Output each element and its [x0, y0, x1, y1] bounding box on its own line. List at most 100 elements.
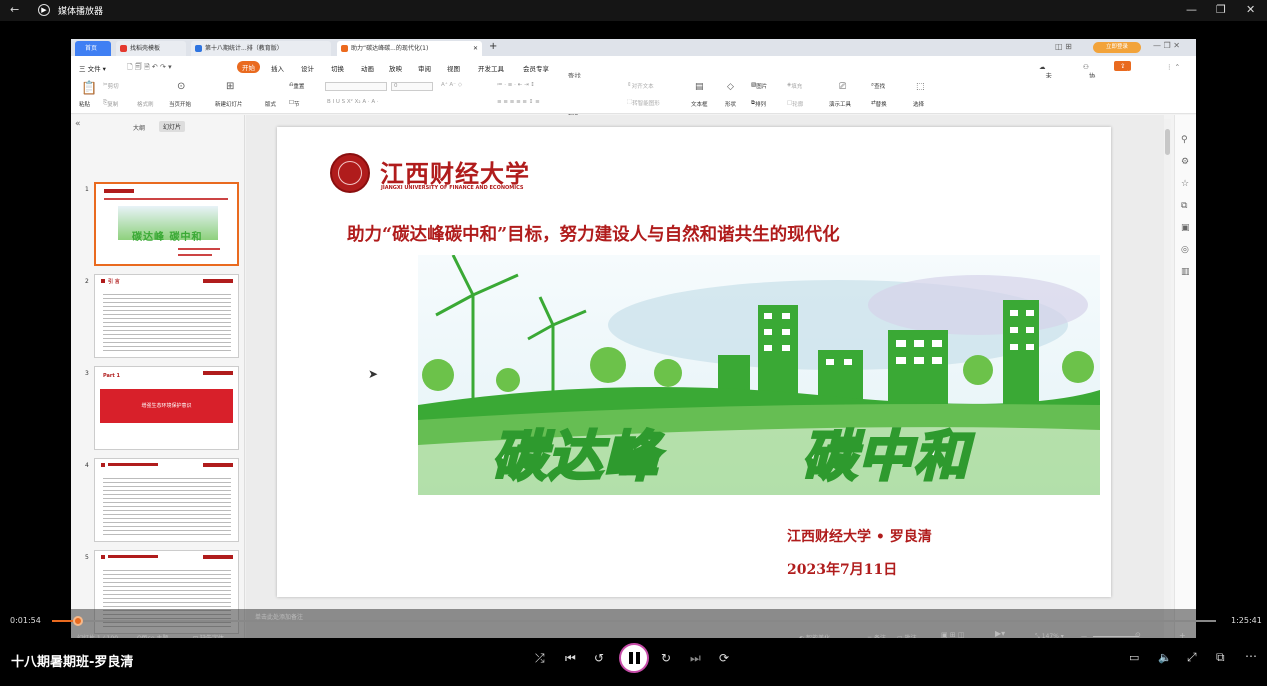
image-icon[interactable]: ▣ — [1181, 223, 1190, 233]
quick-access-icons[interactable]: 🗋 🗐 🗎 ↶ ↷ ▾ — [127, 63, 172, 74]
paste-icon[interactable]: 📋 — [81, 81, 97, 96]
subtitles-icon[interactable]: ▭ — [1129, 651, 1139, 664]
present-tools-icon[interactable]: ⎚ — [839, 82, 846, 92]
close-icon[interactable]: ✕ — [1246, 3, 1255, 16]
list-icons[interactable]: ≔ · ≡ · ⇤ ⇥ ↕ — [497, 82, 535, 88]
shape-button[interactable]: 形状 — [725, 100, 736, 108]
font-size-select[interactable]: 0 — [391, 82, 433, 91]
volume-icon[interactable]: 🔈 — [1158, 651, 1172, 664]
tab-slides[interactable]: 幻灯片 — [159, 121, 186, 132]
zoom-slider[interactable] — [1093, 636, 1139, 637]
picture-button[interactable]: ▧ 图片 — [751, 82, 767, 90]
rewind-10-icon[interactable]: ↺ — [594, 651, 604, 665]
collab-button[interactable]: ⚇ 协作 — [1083, 63, 1095, 90]
font-grow-shrink-icon[interactable]: A⁺ A⁻ ◇ — [441, 82, 462, 88]
current-slide[interactable]: 江西财经大学 JIANGXI UNIVERSITY OF FINANCE AND… — [277, 127, 1111, 597]
media-player-logo-icon: ▶ — [38, 4, 50, 16]
tab-doc-stats[interactable]: 第十八期统计...排（教育版） — [191, 41, 331, 56]
banner-text-mini: 碳达峰 碳中和 — [132, 232, 203, 243]
tab-outline[interactable]: 大纲 — [133, 123, 145, 132]
outline-button[interactable]: □ 轮廓 — [787, 100, 803, 108]
seek-track[interactable] — [52, 620, 1216, 622]
mini-player-icon[interactable]: ⧉ — [1216, 650, 1225, 665]
find-button[interactable]: ⌕ 查找 — [871, 82, 885, 90]
menu-member[interactable]: 会员专享 — [523, 63, 549, 73]
book-icon[interactable]: ▥ — [1181, 267, 1190, 277]
video-frame[interactable]: 首页 找稻壳模板 第十八期统计...排（教育版） 助力“碳达峰碳...的现代化(… — [71, 39, 1196, 647]
star-icon[interactable]: ☆ — [1181, 179, 1189, 189]
fill-button[interactable]: ◈ 填充 — [787, 82, 802, 90]
vertical-scrollbar[interactable] — [1164, 119, 1171, 609]
menu-design[interactable]: 设计 — [301, 63, 314, 73]
copy-button[interactable]: ⎘ 复制 — [103, 100, 118, 108]
new-slide-icon[interactable]: ⊞ — [226, 81, 234, 92]
tab-close-icon[interactable]: ✕ — [473, 41, 478, 56]
menu-view[interactable]: 视图 — [447, 63, 460, 73]
new-tab-plus-icon[interactable]: + — [489, 41, 497, 52]
text-format-icons[interactable]: B I U S X² X₂ A · A · — [327, 99, 379, 105]
tab-active-presentation[interactable]: 助力“碳达峰碳...的现代化(1) ✕ — [337, 41, 482, 56]
scrollbar-thumb[interactable] — [1165, 129, 1170, 155]
seek-bar[interactable]: 0:01:54 1:25:41 — [0, 612, 1267, 629]
shape-icon[interactable]: ◇ — [727, 82, 734, 92]
repeat-off-icon[interactable]: ⟳ — [719, 651, 729, 665]
smartart-button[interactable]: ⬚ 转智能图形 — [627, 99, 660, 107]
slide-thumbnail-1[interactable]: 碳达峰 碳中和 — [94, 182, 239, 266]
pause-button[interactable] — [619, 643, 649, 673]
share-button[interactable]: ⇪ 分享 — [1114, 61, 1132, 88]
cloud-status[interactable]: ☁ 未上云 — [1039, 63, 1052, 100]
restore-icon[interactable]: ❐ — [1216, 3, 1226, 16]
menu-transition[interactable]: 切换 — [331, 63, 344, 73]
slide-thumbnail-4[interactable] — [94, 458, 239, 542]
select-icon[interactable]: ⬚ — [916, 82, 925, 92]
forward-30-icon[interactable]: ↻ — [661, 651, 671, 665]
tab-home[interactable]: 首页 — [75, 41, 111, 56]
new-slide-button[interactable]: 新建幻灯片 — [215, 100, 243, 108]
layout-button[interactable]: 版式 — [265, 100, 276, 108]
font-family-select[interactable] — [325, 82, 387, 91]
tab-docer[interactable]: 找稻壳模板 — [116, 41, 186, 56]
align-text-button[interactable]: ⇕ 对齐文本 — [627, 82, 654, 90]
fullscreen-icon[interactable]: ⤢ — [1187, 650, 1197, 665]
menu-review[interactable]: 审阅 — [418, 63, 431, 73]
slide-thumbnail-3[interactable]: Part 1 增强生态环境保护意识 — [94, 366, 239, 450]
menu-slideshow[interactable]: 放映 — [389, 63, 402, 73]
menu-developer[interactable]: 开发工具 — [478, 63, 504, 73]
menu-insert[interactable]: 插入 — [271, 63, 284, 73]
select-button[interactable]: 选择 — [913, 100, 924, 108]
more-options-icon[interactable]: ⋯ — [1245, 649, 1257, 663]
window-controls-icon[interactable]: — ❐ ✕ — [1153, 41, 1180, 50]
paste-label[interactable]: 粘贴 — [79, 100, 90, 108]
layout-icon[interactable]: ◫ ⊞ — [1055, 42, 1072, 51]
minimize-icon[interactable]: — — [1186, 3, 1197, 16]
back-arrow-icon[interactable]: ← — [10, 3, 19, 16]
pin-icon[interactable]: ⚲ — [1181, 135, 1188, 145]
previous-icon[interactable]: ⏮ — [565, 651, 576, 666]
cut-button[interactable]: ✂ 剪切 — [103, 82, 119, 90]
slide-thumbnail-2[interactable]: 引 言 — [94, 274, 239, 358]
location-icon[interactable]: ◎ — [1181, 245, 1189, 255]
seek-handle[interactable] — [72, 616, 83, 626]
adjust-icon[interactable]: ⚙ — [1181, 157, 1189, 167]
play-from-current[interactable]: 当页开始 — [169, 100, 191, 108]
paragraph-align-icons[interactable]: ≡ ≡ ≡ ≡ ≡ ↕ ≡ — [497, 99, 540, 105]
collapse-panel-icon[interactable]: « — [75, 119, 81, 129]
menu-animation[interactable]: 动画 — [361, 63, 374, 73]
shuffle-icon[interactable]: ⤮ — [535, 651, 545, 666]
login-button[interactable]: 立即登录 — [1093, 42, 1141, 53]
replace-button[interactable]: ⇄ 替换 — [871, 100, 887, 108]
play-slideshow-icon[interactable]: ▶▾ — [995, 629, 1005, 638]
reset-button[interactable]: ⎌ 重置 — [289, 82, 304, 90]
next-icon[interactable]: ⏭ — [690, 651, 701, 666]
section-button[interactable]: ☐ 节 — [289, 100, 299, 108]
textbox-button[interactable]: 文本框 — [691, 100, 708, 108]
play-icon[interactable]: ⊙ — [177, 81, 185, 92]
menu-start[interactable]: 开始 — [237, 61, 260, 73]
arrange-button[interactable]: ⧉ 排列 — [751, 100, 766, 108]
copy-icon[interactable]: ⧉ — [1181, 201, 1187, 211]
menu-file[interactable]: 三 文件 ▾ — [79, 63, 106, 73]
format-painter-button[interactable]: 格式刷 — [137, 100, 154, 108]
present-tools-button[interactable]: 演示工具 — [829, 100, 851, 108]
more-icon[interactable]: ⋮ ⌃ — [1166, 63, 1180, 71]
textbox-icon[interactable]: ▤ — [695, 82, 704, 92]
